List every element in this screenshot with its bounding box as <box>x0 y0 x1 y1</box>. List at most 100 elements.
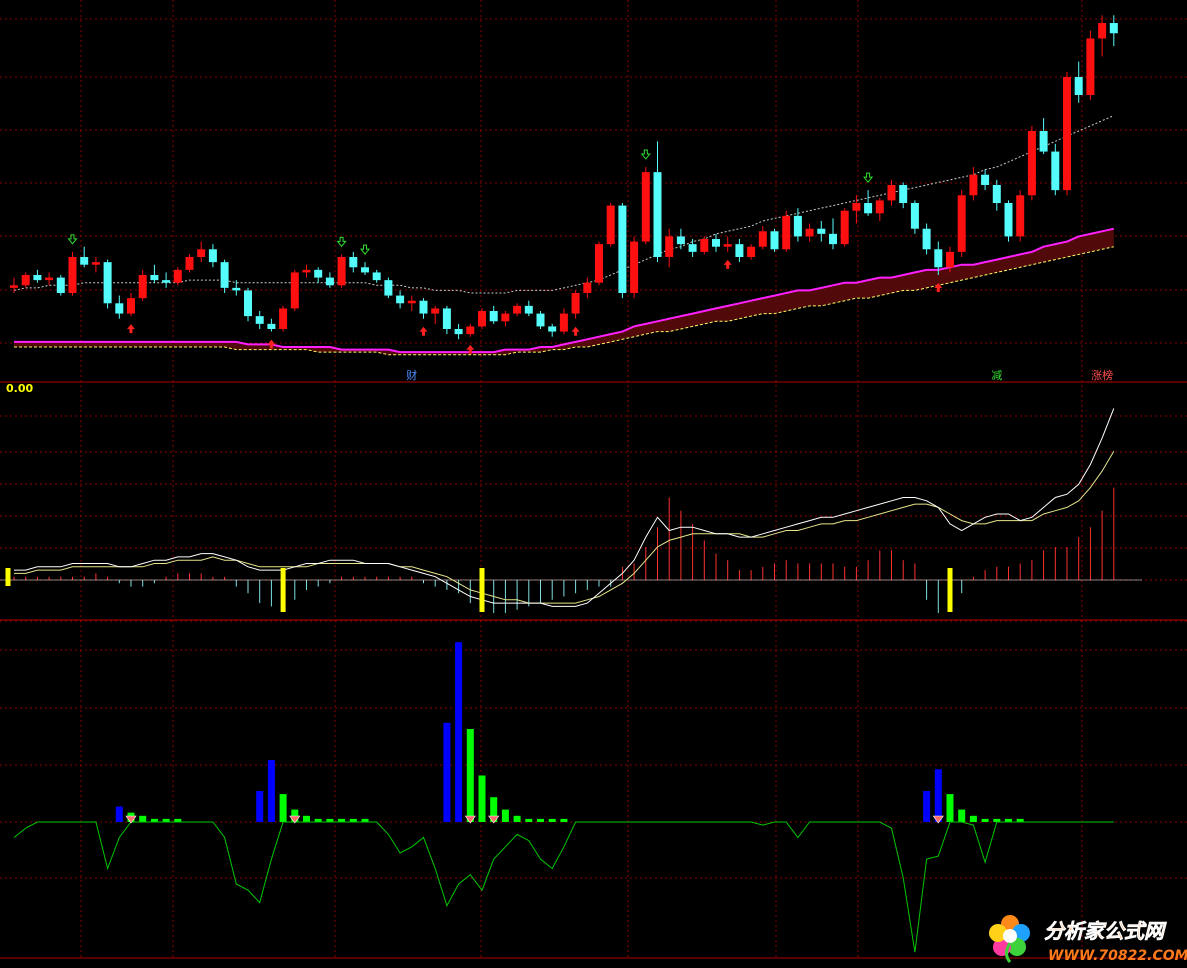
candle-body <box>700 239 709 252</box>
candle-body <box>875 200 884 214</box>
candle-body <box>138 275 147 299</box>
candle-body <box>396 295 405 304</box>
candle-body <box>220 262 229 288</box>
candle-body <box>290 272 299 309</box>
buy-arrow-icon <box>571 326 580 336</box>
candle-body <box>1004 203 1013 237</box>
candle-body <box>478 311 486 327</box>
sell-arrow-icon <box>863 172 874 183</box>
price-tag-label: 涨榜 <box>1091 368 1113 382</box>
volume-blue-bar <box>256 791 264 822</box>
volume-green-bar <box>139 815 147 822</box>
candle-body <box>1016 195 1025 237</box>
flower-logo-icon <box>989 915 1030 963</box>
candle-body <box>992 185 1001 203</box>
volume-green-bar <box>513 815 521 822</box>
candle-body <box>267 323 276 329</box>
candle-body <box>618 205 627 293</box>
candle-body <box>21 275 30 286</box>
watermark-url: WWW.70822.COM <box>1048 948 1187 964</box>
volume-blue-bar <box>934 769 942 822</box>
volume-blue-bar <box>455 642 463 822</box>
candle-body <box>758 231 767 247</box>
price-panel: 财 减 涨榜 <box>10 15 1118 382</box>
volume-green-bar <box>525 818 533 822</box>
volume-green-bar <box>279 794 287 822</box>
candle-body <box>957 195 966 252</box>
candle-body <box>793 215 802 237</box>
candle-body <box>770 231 779 250</box>
candle-body <box>676 236 685 245</box>
candle-body <box>536 313 545 327</box>
candle-body <box>302 269 311 273</box>
price-tag-label: 减 <box>991 369 1002 382</box>
candle-body <box>723 244 732 247</box>
volume-green-bar <box>969 815 977 822</box>
candle-body <box>384 280 393 296</box>
candle-body <box>372 272 381 281</box>
volume-blue-bar <box>443 722 451 822</box>
candle-body <box>91 262 100 265</box>
candle-body <box>325 277 334 286</box>
candle-body <box>1074 77 1083 95</box>
candle-body <box>337 257 346 286</box>
candle-body <box>513 305 522 314</box>
candle-body <box>840 210 849 245</box>
candle-body <box>899 185 908 203</box>
candle-body <box>641 172 650 242</box>
candle-body <box>150 275 159 281</box>
candle-body <box>431 308 440 314</box>
volume-blue-bar <box>115 806 123 822</box>
candle-body <box>583 282 592 293</box>
price-tag-label: 财 <box>406 368 417 382</box>
candle-body <box>454 329 463 335</box>
volume-green-bar <box>303 815 310 822</box>
candle-body <box>969 174 978 196</box>
volume-green-bar <box>537 818 544 822</box>
candle-body <box>442 308 451 329</box>
candle-body <box>946 251 954 268</box>
candle-body <box>595 244 603 283</box>
candle-body <box>829 233 837 245</box>
volume-signal-line <box>13 821 1114 953</box>
candle-body <box>185 257 194 270</box>
candle-body <box>981 174 990 185</box>
candle-body <box>115 303 124 314</box>
candle-body <box>782 215 791 250</box>
sell-arrow-icon <box>640 149 651 160</box>
watermark: 分析家公式网 WWW.70822.COM <box>989 915 1187 964</box>
candle-body <box>665 236 674 257</box>
candle-body <box>910 203 919 229</box>
candle-body <box>244 290 252 317</box>
candle-body <box>1039 131 1048 152</box>
candle-body <box>735 244 744 257</box>
sell-arrow-icon <box>336 236 347 248</box>
oscillator-panel <box>0 408 1142 613</box>
candle-body <box>68 257 77 293</box>
candle-body <box>279 308 288 329</box>
candle-body <box>1063 77 1071 191</box>
ma-band-fill <box>14 228 1114 355</box>
candle-body <box>349 257 358 268</box>
candle-body <box>747 246 756 257</box>
oscillator-signal-bar <box>280 568 286 612</box>
candle-body <box>45 277 54 281</box>
candle-body <box>103 262 112 304</box>
candle-body <box>887 185 896 201</box>
oscillator-signal-bar <box>5 568 11 586</box>
candle-body <box>33 275 42 281</box>
candle-body <box>1109 23 1118 34</box>
candle-body <box>10 285 18 288</box>
buy-arrow-icon <box>127 324 135 334</box>
candle-body <box>1086 38 1095 95</box>
volume-green-bar <box>548 818 556 822</box>
volume-signal-panel <box>13 642 1114 953</box>
candle-body <box>232 287 241 291</box>
volume-blue-bar <box>267 760 275 822</box>
candle-body <box>805 228 814 237</box>
candle-body <box>197 249 206 257</box>
candle-body <box>922 228 931 250</box>
candle-body <box>1098 23 1107 39</box>
candle-body <box>1027 131 1036 196</box>
volume-green-bar <box>478 775 486 822</box>
